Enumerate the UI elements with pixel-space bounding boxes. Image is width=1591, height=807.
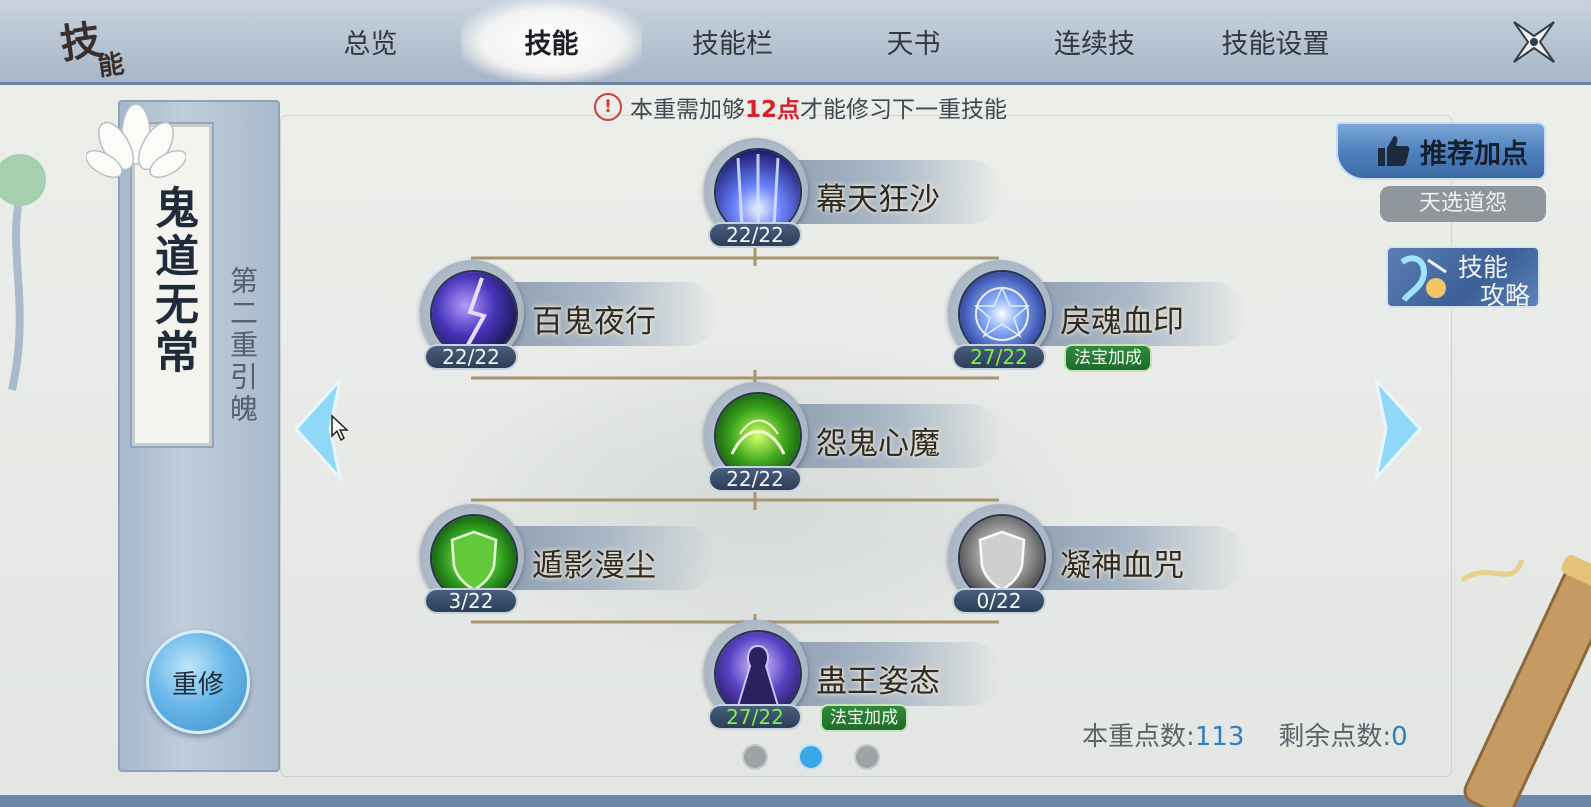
skill-level: 22/22 bbox=[424, 344, 518, 370]
school-name: 鬼道无常 bbox=[147, 185, 198, 377]
reset-button-label: 重修 bbox=[171, 669, 224, 700]
tab-skill-bar[interactable]: 技能栏 bbox=[642, 0, 823, 82]
top-bar: 技能 总览 技能 技能栏 天书 连续技 技能设置 bbox=[0, 0, 1591, 85]
tab-overview[interactable]: 总览 bbox=[280, 0, 461, 82]
tab-bar: 总览 技能 技能栏 天书 连续技 技能设置 bbox=[280, 0, 1366, 82]
skill-node-gu-king[interactable]: 蛊王姿态 27/22 法宝加成 bbox=[704, 620, 1004, 732]
tab-skill-settings[interactable]: 技能设置 bbox=[1185, 0, 1366, 82]
notice-suffix: 才能修习下一重技能 bbox=[800, 97, 1008, 123]
close-button[interactable] bbox=[1508, 16, 1560, 68]
artifact-bonus-badge: 法宝加成 bbox=[820, 704, 908, 732]
notice-highlight: 12点 bbox=[745, 97, 801, 123]
recommend-points-button[interactable]: 推荐加点 bbox=[1336, 122, 1546, 180]
title-sub: 能 bbox=[96, 49, 127, 83]
reset-button[interactable]: 重修 bbox=[146, 630, 250, 734]
skill-guide-line2: 攻略 bbox=[1480, 281, 1531, 310]
skill-level: 0/22 bbox=[952, 588, 1046, 614]
skill-level: 22/22 bbox=[708, 222, 802, 248]
recommend-points-label: 推荐加点 bbox=[1420, 138, 1528, 170]
requirement-notice: ! 本重需加够 12点 才能修习下一重技能 bbox=[594, 90, 1007, 124]
skill-name: 戾魂血印 bbox=[1060, 304, 1184, 340]
page-indicator bbox=[742, 744, 880, 770]
skill-node-blood-seal[interactable]: 戾魂血印 27/22 法宝加成 bbox=[948, 260, 1248, 372]
skill-name: 遁影漫尘 bbox=[532, 548, 656, 584]
skill-node-shadow-dust[interactable]: 遁影漫尘 3/22 bbox=[420, 504, 720, 614]
skill-level: 3/22 bbox=[424, 588, 518, 614]
skill-node-sandstorm[interactable]: 幕天狂沙 22/22 bbox=[704, 138, 1004, 248]
remaining-points: 剩余点数:0 bbox=[1278, 716, 1407, 753]
skill-level: 27/22 bbox=[952, 344, 1046, 370]
skill-level: 22/22 bbox=[708, 466, 802, 492]
tier-label: 第二重引魄 bbox=[226, 266, 259, 426]
tier-points-label: 本重点数: bbox=[1082, 722, 1195, 752]
tier-points-value: 113 bbox=[1194, 722, 1245, 752]
remaining-points-value: 0 bbox=[1391, 722, 1408, 752]
bottom-border bbox=[0, 795, 1591, 807]
skill-name: 百鬼夜行 bbox=[532, 304, 656, 340]
page-dot-1[interactable] bbox=[742, 744, 768, 770]
preset-selector[interactable]: 天选道怨 bbox=[1380, 186, 1546, 222]
warning-icon: ! bbox=[594, 93, 622, 121]
skill-level: 27/22 bbox=[708, 704, 802, 730]
artifact-bonus-badge: 法宝加成 bbox=[1064, 344, 1152, 372]
skill-guide-button[interactable]: 技能 攻略 bbox=[1386, 246, 1540, 310]
skill-name: 凝神血咒 bbox=[1060, 548, 1184, 584]
tier-points: 本重点数:113 bbox=[1082, 716, 1244, 753]
window-title: 技能 bbox=[56, 4, 129, 82]
chevron-right-icon bbox=[1373, 374, 1423, 484]
points-summary: 本重点数:113 剩余点数:0 bbox=[1082, 716, 1408, 753]
remaining-points-label: 剩余点数: bbox=[1278, 722, 1392, 752]
next-page-button[interactable] bbox=[1366, 374, 1426, 484]
skill-node-ghost-demon[interactable]: 怨鬼心魔 22/22 bbox=[704, 382, 1004, 492]
tab-heavenly-book[interactable]: 天书 bbox=[823, 0, 1004, 82]
tab-skills[interactable]: 技能 bbox=[461, 0, 642, 82]
skill-name: 蛊王姿态 bbox=[816, 664, 940, 700]
skill-node-hundred-ghosts[interactable]: 百鬼夜行 22/22 bbox=[420, 260, 720, 370]
tab-combo[interactable]: 连续技 bbox=[1004, 0, 1185, 82]
jade-pendant-decoration bbox=[0, 154, 46, 391]
guide-art-icon bbox=[1400, 255, 1447, 302]
skill-name: 怨鬼心魔 bbox=[816, 426, 940, 462]
skill-name: 幕天狂沙 bbox=[816, 182, 940, 218]
page-dot-3[interactable] bbox=[854, 744, 880, 770]
mouse-cursor-icon bbox=[331, 414, 349, 442]
skill-node-blood-curse[interactable]: 凝神血咒 0/22 bbox=[948, 504, 1248, 614]
notice-prefix: 本重需加够 bbox=[630, 97, 745, 123]
thumbs-up-icon bbox=[1378, 136, 1410, 166]
page-dot-2[interactable] bbox=[798, 744, 824, 770]
close-icon bbox=[1513, 21, 1555, 63]
scroll-decoration bbox=[1460, 555, 1591, 807]
lotus-icon bbox=[86, 103, 186, 178]
